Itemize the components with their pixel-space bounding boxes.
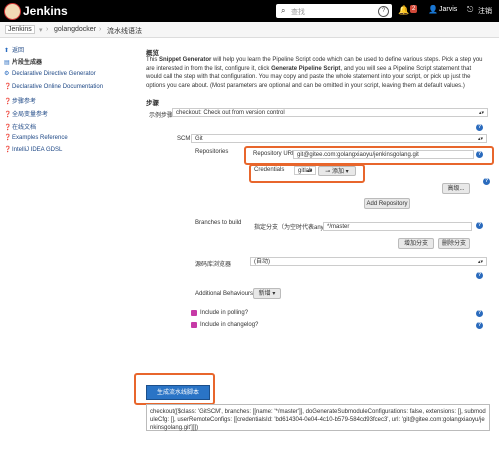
branch-specifier-input[interactable]: */master bbox=[323, 222, 472, 231]
scm-select[interactable]: Git ▴▾ bbox=[191, 134, 487, 143]
advanced-button[interactable]: 高级... bbox=[442, 183, 470, 194]
repo-browser-label: 源码库浏览器 bbox=[195, 262, 232, 268]
sidebar-item-gdsl[interactable]: ❓IntelliJ IDEA GDSL bbox=[4, 146, 62, 155]
help-icon: ❓ bbox=[4, 147, 12, 153]
repositories-label: Repositories bbox=[195, 149, 229, 155]
add-repository-button[interactable]: Add Repository bbox=[364, 198, 410, 209]
breadcrumb-separator-icon: › bbox=[99, 26, 102, 33]
breadcrumb-separator-icon: › bbox=[46, 26, 49, 33]
help-icon[interactable]: ? bbox=[378, 6, 389, 17]
key-icon: ⊸ bbox=[325, 169, 331, 175]
sidebar-item-snippet-generator[interactable]: ▤ 片段生成器 bbox=[4, 57, 42, 66]
help-icon[interactable]: ? bbox=[483, 178, 490, 185]
help-icon: ❓ bbox=[4, 135, 12, 141]
notification-badge[interactable]: 2 bbox=[410, 5, 418, 13]
sample-step-label: 示例步骤 bbox=[149, 113, 174, 119]
overview-text: This Snippet Generator will help you lea… bbox=[146, 57, 483, 89]
help-icon: ❓ bbox=[4, 84, 12, 90]
polling-label: Include in polling? bbox=[200, 310, 249, 316]
help-icon: ❓ bbox=[4, 112, 12, 118]
changelog-checkbox[interactable] bbox=[191, 322, 197, 328]
sample-step-select[interactable]: checkout: Check out from version control… bbox=[172, 108, 488, 117]
breadcrumb: Jenkins ▾ › golangdocker › 流水线语法 bbox=[0, 22, 499, 38]
breadcrumb-page[interactable]: 流水线语法 bbox=[107, 26, 142, 36]
help-icon[interactable]: ? bbox=[476, 322, 483, 329]
chevron-down-icon: ▴▾ bbox=[477, 259, 483, 265]
gear-icon: ⚙ bbox=[4, 71, 10, 77]
help-icon: ❓ bbox=[4, 125, 12, 131]
user-icon: 👤 bbox=[428, 5, 438, 14]
steps-heading: 步骤 bbox=[146, 100, 159, 107]
credentials-label: Credentials bbox=[254, 167, 285, 173]
polling-checkbox[interactable] bbox=[191, 310, 197, 316]
help-icon[interactable]: ? bbox=[476, 272, 483, 279]
logout-icon: ⎋ bbox=[467, 5, 474, 14]
help-icon: ❓ bbox=[4, 99, 12, 105]
chevron-down-icon: ▴▾ bbox=[306, 168, 312, 174]
add-credentials-button[interactable]: ⊸ 添加 ▾ bbox=[318, 166, 356, 176]
help-icon[interactable]: ? bbox=[476, 124, 483, 131]
user-link[interactable]: Jarvis bbox=[439, 6, 457, 13]
repo-url-label: Repository URL bbox=[253, 151, 296, 157]
jenkins-logo[interactable] bbox=[4, 3, 21, 20]
branch-specifier-label: 指定分支（为空时代表any） bbox=[254, 225, 330, 231]
sidebar-item-back[interactable]: ⬆ 返回 bbox=[4, 45, 24, 54]
search-box[interactable]: ⌕ 查找 ? bbox=[276, 4, 392, 18]
sidebar-item-directive-generator[interactable]: ⚙ Declarative Directive Generator bbox=[4, 70, 96, 79]
chevron-down-icon: ▴▾ bbox=[477, 136, 483, 142]
breadcrumb-jenkins[interactable]: Jenkins bbox=[5, 25, 35, 34]
branches-label: Branches to build bbox=[195, 220, 242, 226]
changelog-label: Include in changelog? bbox=[200, 322, 259, 328]
sidebar-item-global-variables[interactable]: ❓全局变量参考 bbox=[4, 109, 48, 118]
sidebar-item-step-reference[interactable]: ❓步骤参考 bbox=[4, 96, 36, 105]
chevron-down-icon: ▴▾ bbox=[478, 110, 484, 116]
breadcrumb-job[interactable]: golangdocker bbox=[54, 26, 96, 33]
chevron-down-icon[interactable]: ▾ bbox=[39, 26, 43, 34]
bell-icon[interactable]: 🔔 bbox=[398, 5, 409, 16]
logout-link[interactable]: 注销 bbox=[478, 6, 492, 16]
add-behaviour-button[interactable]: 新增 ▾ bbox=[253, 288, 281, 299]
sidebar-item-examples[interactable]: ❓Examples Reference bbox=[4, 134, 68, 143]
delete-branch-button[interactable]: 删除分支 bbox=[438, 238, 470, 249]
help-icon[interactable]: ? bbox=[476, 222, 483, 229]
help-icon[interactable]: ? bbox=[476, 151, 483, 158]
search-input[interactable]: 查找 bbox=[291, 7, 305, 17]
help-icon[interactable]: ? bbox=[476, 310, 483, 317]
additional-behaviours-label: Additional Behaviours bbox=[195, 291, 254, 297]
sidebar-item-online-documentation[interactable]: ❓Declarative Online Documentation bbox=[4, 83, 103, 92]
credentials-select[interactable]: gitlab ▴▾ bbox=[294, 166, 316, 175]
scm-label: SCM bbox=[177, 136, 191, 142]
snippet-icon: ▤ bbox=[4, 60, 10, 66]
repo-url-input[interactable]: git@gitee.com:golangxiaoyu/jenkinsgolang… bbox=[293, 150, 474, 159]
search-icon: ⌕ bbox=[281, 6, 286, 15]
repo-browser-select[interactable]: (自动) ▴▾ bbox=[250, 257, 487, 266]
generated-script-output[interactable]: checkout([$class: 'GitSCM', branches: [[… bbox=[146, 404, 490, 431]
generate-script-button[interactable]: 生成流水线脚本 bbox=[146, 385, 210, 400]
add-branch-button[interactable]: 增加分支 bbox=[398, 238, 434, 249]
top-bar: Jenkins ⌕ 查找 ? 🔔 2 👤 Jarvis ⎋ 注销 bbox=[0, 0, 499, 22]
up-arrow-icon: ⬆ bbox=[4, 48, 10, 54]
brand-title[interactable]: Jenkins bbox=[23, 4, 68, 18]
sidebar-item-online-docs[interactable]: ❓在线文档 bbox=[4, 122, 36, 131]
